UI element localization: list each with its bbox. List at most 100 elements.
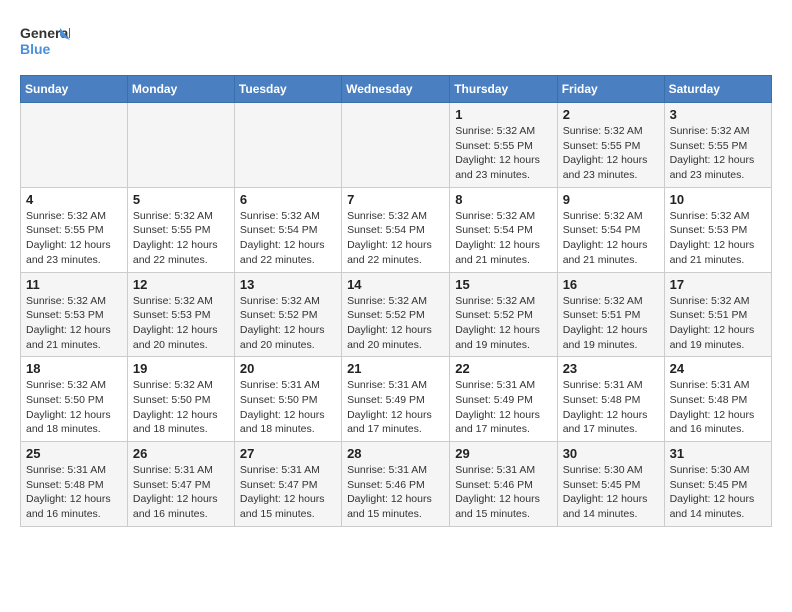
day-info: Sunrise: 5:31 AM Sunset: 5:46 PM Dayligh…: [455, 463, 551, 522]
day-info: Sunrise: 5:32 AM Sunset: 5:54 PM Dayligh…: [455, 209, 551, 268]
day-cell: 12 Sunrise: 5:32 AM Sunset: 5:53 PM Dayli…: [127, 272, 234, 357]
week-row-2: 4 Sunrise: 5:32 AM Sunset: 5:55 PM Daylig…: [21, 187, 772, 272]
day-cell: 1 Sunrise: 5:32 AM Sunset: 5:55 PM Daylig…: [450, 103, 557, 188]
day-number: 11: [26, 277, 122, 292]
col-header-sunday: Sunday: [21, 76, 128, 103]
col-header-saturday: Saturday: [664, 76, 771, 103]
day-cell: 3 Sunrise: 5:32 AM Sunset: 5:55 PM Daylig…: [664, 103, 771, 188]
day-cell: 13 Sunrise: 5:32 AM Sunset: 5:52 PM Dayli…: [234, 272, 341, 357]
day-info: Sunrise: 5:31 AM Sunset: 5:47 PM Dayligh…: [240, 463, 336, 522]
day-cell: 17 Sunrise: 5:32 AM Sunset: 5:51 PM Dayli…: [664, 272, 771, 357]
day-number: 4: [26, 192, 122, 207]
day-cell: [342, 103, 450, 188]
day-info: Sunrise: 5:32 AM Sunset: 5:52 PM Dayligh…: [240, 294, 336, 353]
day-number: 21: [347, 361, 444, 376]
week-row-3: 11 Sunrise: 5:32 AM Sunset: 5:53 PM Dayli…: [21, 272, 772, 357]
day-cell: 25 Sunrise: 5:31 AM Sunset: 5:48 PM Dayli…: [21, 442, 128, 527]
day-number: 27: [240, 446, 336, 461]
day-info: Sunrise: 5:32 AM Sunset: 5:53 PM Dayligh…: [670, 209, 766, 268]
day-number: 20: [240, 361, 336, 376]
day-info: Sunrise: 5:31 AM Sunset: 5:50 PM Dayligh…: [240, 378, 336, 437]
week-row-5: 25 Sunrise: 5:31 AM Sunset: 5:48 PM Dayli…: [21, 442, 772, 527]
day-cell: 9 Sunrise: 5:32 AM Sunset: 5:54 PM Daylig…: [557, 187, 664, 272]
day-info: Sunrise: 5:32 AM Sunset: 5:55 PM Dayligh…: [133, 209, 229, 268]
day-cell: [234, 103, 341, 188]
day-number: 12: [133, 277, 229, 292]
day-cell: 27 Sunrise: 5:31 AM Sunset: 5:47 PM Dayli…: [234, 442, 341, 527]
day-info: Sunrise: 5:32 AM Sunset: 5:54 PM Dayligh…: [347, 209, 444, 268]
day-cell: 2 Sunrise: 5:32 AM Sunset: 5:55 PM Daylig…: [557, 103, 664, 188]
day-cell: 16Sunrise: 5:32 AM Sunset: 5:51 PM Dayli…: [557, 272, 664, 357]
logo-svg: GeneralBlue: [20, 20, 70, 65]
day-info: Sunrise: 5:32 AM Sunset: 5:50 PM Dayligh…: [26, 378, 122, 437]
day-cell: 21 Sunrise: 5:31 AM Sunset: 5:49 PM Dayli…: [342, 357, 450, 442]
day-info: Sunrise: 5:32 AM Sunset: 5:55 PM Dayligh…: [563, 124, 659, 183]
day-cell: 20 Sunrise: 5:31 AM Sunset: 5:50 PM Dayli…: [234, 357, 341, 442]
day-cell: 24 Sunrise: 5:31 AM Sunset: 5:48 PM Dayli…: [664, 357, 771, 442]
day-info: Sunrise: 5:32 AM Sunset: 5:50 PM Dayligh…: [133, 378, 229, 437]
day-cell: 8 Sunrise: 5:32 AM Sunset: 5:54 PM Daylig…: [450, 187, 557, 272]
day-info: Sunrise: 5:32 AM Sunset: 5:55 PM Dayligh…: [26, 209, 122, 268]
day-number: 1: [455, 107, 551, 122]
day-info: Sunrise: 5:31 AM Sunset: 5:48 PM Dayligh…: [563, 378, 659, 437]
week-row-4: 18 Sunrise: 5:32 AM Sunset: 5:50 PM Dayli…: [21, 357, 772, 442]
col-header-thursday: Thursday: [450, 76, 557, 103]
day-cell: 14Sunrise: 5:32 AM Sunset: 5:52 PM Dayli…: [342, 272, 450, 357]
day-number: 6: [240, 192, 336, 207]
day-cell: 19Sunrise: 5:32 AM Sunset: 5:50 PM Dayli…: [127, 357, 234, 442]
day-info: Sunrise: 5:32 AM Sunset: 5:55 PM Dayligh…: [455, 124, 551, 183]
day-info: Sunrise: 5:30 AM Sunset: 5:45 PM Dayligh…: [563, 463, 659, 522]
day-cell: 7 Sunrise: 5:32 AM Sunset: 5:54 PM Daylig…: [342, 187, 450, 272]
day-number: 15: [455, 277, 551, 292]
day-info: Sunrise: 5:31 AM Sunset: 5:48 PM Dayligh…: [26, 463, 122, 522]
day-info: Sunrise: 5:32 AM Sunset: 5:54 PM Dayligh…: [563, 209, 659, 268]
day-info: Sunrise: 5:31 AM Sunset: 5:49 PM Dayligh…: [455, 378, 551, 437]
day-cell: 10Sunrise: 5:32 AM Sunset: 5:53 PM Dayli…: [664, 187, 771, 272]
day-number: 18: [26, 361, 122, 376]
day-cell: 11 Sunrise: 5:32 AM Sunset: 5:53 PM Dayli…: [21, 272, 128, 357]
day-number: 3: [670, 107, 766, 122]
day-number: 5: [133, 192, 229, 207]
day-number: 8: [455, 192, 551, 207]
day-number: 9: [563, 192, 659, 207]
day-info: Sunrise: 5:32 AM Sunset: 5:53 PM Dayligh…: [133, 294, 229, 353]
day-cell: 15 Sunrise: 5:32 AM Sunset: 5:52 PM Dayli…: [450, 272, 557, 357]
col-header-monday: Monday: [127, 76, 234, 103]
day-cell: 5 Sunrise: 5:32 AM Sunset: 5:55 PM Daylig…: [127, 187, 234, 272]
col-header-wednesday: Wednesday: [342, 76, 450, 103]
day-info: Sunrise: 5:32 AM Sunset: 5:55 PM Dayligh…: [670, 124, 766, 183]
day-info: Sunrise: 5:30 AM Sunset: 5:45 PM Dayligh…: [670, 463, 766, 522]
day-cell: 4 Sunrise: 5:32 AM Sunset: 5:55 PM Daylig…: [21, 187, 128, 272]
day-info: Sunrise: 5:31 AM Sunset: 5:48 PM Dayligh…: [670, 378, 766, 437]
day-number: 23: [563, 361, 659, 376]
day-cell: 29 Sunrise: 5:31 AM Sunset: 5:46 PM Dayli…: [450, 442, 557, 527]
day-number: 26: [133, 446, 229, 461]
day-number: 22: [455, 361, 551, 376]
day-number: 13: [240, 277, 336, 292]
calendar-header-row: SundayMondayTuesdayWednesdayThursdayFrid…: [21, 76, 772, 103]
day-info: Sunrise: 5:31 AM Sunset: 5:49 PM Dayligh…: [347, 378, 444, 437]
svg-text:Blue: Blue: [20, 41, 51, 57]
day-info: Sunrise: 5:32 AM Sunset: 5:51 PM Dayligh…: [670, 294, 766, 353]
day-cell: 23 Sunrise: 5:31 AM Sunset: 5:48 PM Dayli…: [557, 357, 664, 442]
col-header-tuesday: Tuesday: [234, 76, 341, 103]
day-info: Sunrise: 5:32 AM Sunset: 5:53 PM Dayligh…: [26, 294, 122, 353]
day-cell: 31Sunrise: 5:30 AM Sunset: 5:45 PM Dayli…: [664, 442, 771, 527]
day-info: Sunrise: 5:32 AM Sunset: 5:52 PM Dayligh…: [455, 294, 551, 353]
day-number: 2: [563, 107, 659, 122]
calendar-table: SundayMondayTuesdayWednesdayThursdayFrid…: [20, 75, 772, 527]
day-number: 17: [670, 277, 766, 292]
day-cell: 6Sunrise: 5:32 AM Sunset: 5:54 PM Daylig…: [234, 187, 341, 272]
day-number: 24: [670, 361, 766, 376]
day-number: 7: [347, 192, 444, 207]
day-cell: [21, 103, 128, 188]
day-number: 25: [26, 446, 122, 461]
day-cell: 28Sunrise: 5:31 AM Sunset: 5:46 PM Dayli…: [342, 442, 450, 527]
day-info: Sunrise: 5:31 AM Sunset: 5:47 PM Dayligh…: [133, 463, 229, 522]
day-number: 29: [455, 446, 551, 461]
day-cell: 26 Sunrise: 5:31 AM Sunset: 5:47 PM Dayli…: [127, 442, 234, 527]
day-info: Sunrise: 5:32 AM Sunset: 5:51 PM Dayligh…: [563, 294, 659, 353]
day-number: 28: [347, 446, 444, 461]
day-cell: 18 Sunrise: 5:32 AM Sunset: 5:50 PM Dayli…: [21, 357, 128, 442]
day-info: Sunrise: 5:32 AM Sunset: 5:52 PM Dayligh…: [347, 294, 444, 353]
